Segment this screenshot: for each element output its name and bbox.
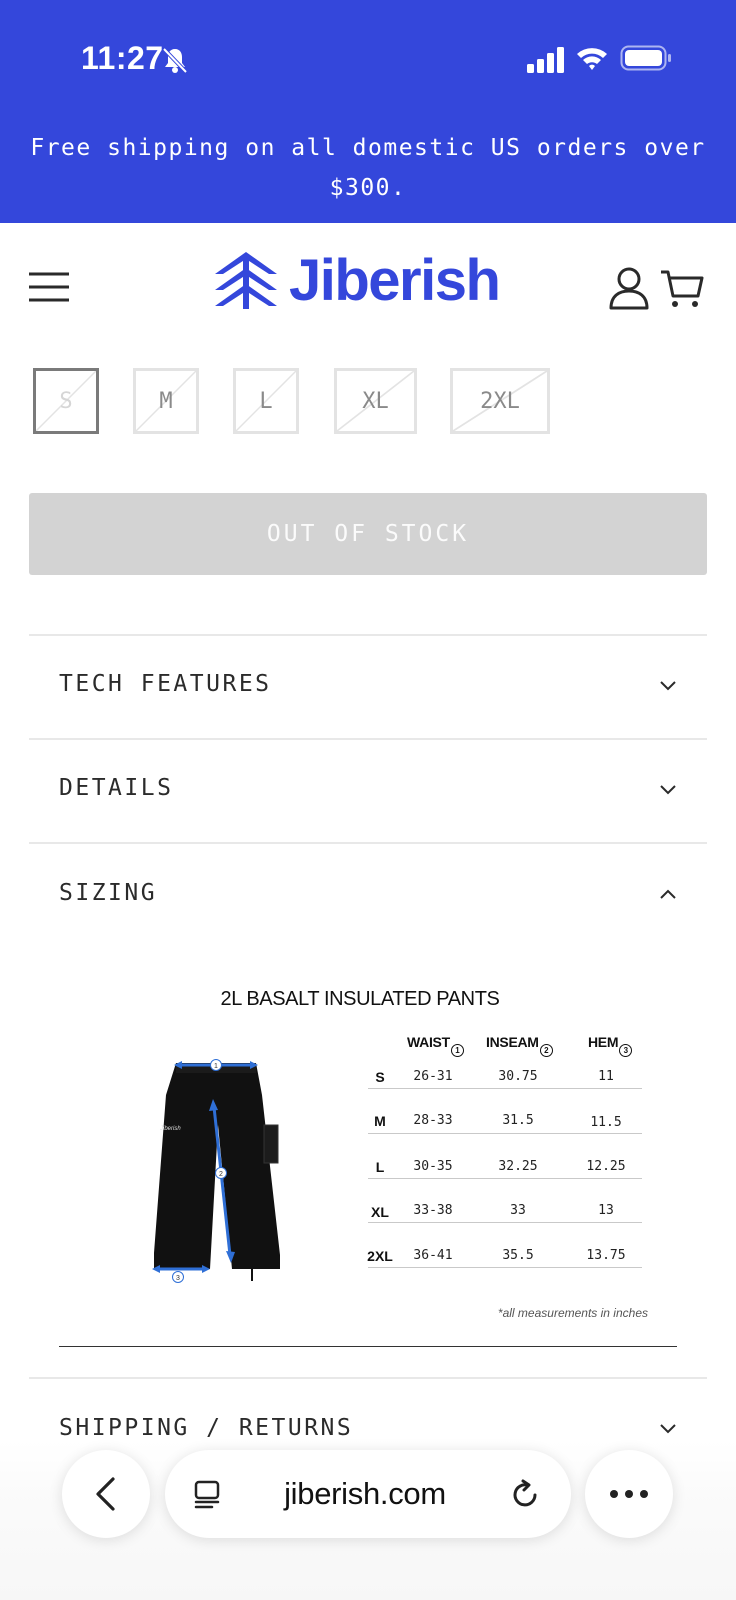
- top-banner: 11:27 Free shipping on all domestic US o…: [0, 0, 736, 223]
- address-bar[interactable]: jiberish.com: [165, 1450, 571, 1538]
- marker-3: 3: [176, 1275, 180, 1282]
- row-waist: 26-31: [413, 1069, 453, 1084]
- out-of-stock-button[interactable]: OUT OF STOCK: [29, 493, 707, 575]
- tabs-icon[interactable]: [193, 1480, 223, 1510]
- wifi-icon: [577, 48, 607, 70]
- logo-mark-icon: [215, 252, 277, 309]
- battery-icon: [620, 45, 671, 71]
- url-text[interactable]: jiberish.com: [245, 1450, 485, 1538]
- row-divider: [368, 1222, 642, 1223]
- col-head-inseam: INSEAM2: [486, 1034, 553, 1057]
- accordion-sizing[interactable]: SIZING: [59, 880, 157, 906]
- more-button[interactable]: [585, 1450, 673, 1538]
- chevron-down-icon[interactable]: [656, 674, 680, 698]
- accordion-tech-features[interactable]: TECH FEATURES: [59, 671, 272, 697]
- brand-name: Jiberish: [289, 248, 501, 313]
- row-divider: [368, 1267, 642, 1268]
- signal-icon: [527, 47, 564, 73]
- brand-logo[interactable]: Jiberish: [213, 248, 501, 313]
- col-head-hem: HEM3: [588, 1034, 633, 1057]
- measurement-footnote: *all measurements in inches: [497, 1306, 648, 1320]
- marker-1: 1: [214, 1063, 218, 1070]
- more-icon: [610, 1490, 648, 1498]
- bell-slash-icon: [162, 47, 188, 74]
- row-inseam: 31.5: [502, 1113, 534, 1128]
- back-icon: [96, 1477, 115, 1511]
- row-size: L: [375, 1159, 385, 1175]
- row-inseam: 30.75: [498, 1069, 538, 1084]
- row-divider: [368, 1178, 642, 1179]
- size-option-l[interactable]: L: [233, 368, 299, 434]
- row-inseam: 35.5: [502, 1248, 534, 1263]
- row-waist: 36-41: [413, 1248, 453, 1263]
- size-option-2xl[interactable]: 2XL: [450, 368, 550, 434]
- chevron-down-icon[interactable]: [656, 778, 680, 802]
- divider: [29, 1377, 707, 1379]
- chevron-down-icon[interactable]: [656, 1417, 680, 1441]
- row-waist: 33-38: [413, 1203, 453, 1218]
- row-hem: 12.25: [586, 1159, 626, 1174]
- size-label: 2XL: [480, 388, 520, 414]
- size-label: XL: [362, 388, 389, 414]
- marker-2: 2: [219, 1171, 223, 1178]
- reload-icon[interactable]: [510, 1478, 542, 1510]
- row-size: M: [374, 1113, 386, 1129]
- pants-measurement-image: Jiberish 1 2 3: [152, 1059, 280, 1283]
- size-option-xl[interactable]: XL: [334, 368, 417, 434]
- accordion-details[interactable]: DETAILS: [59, 775, 173, 801]
- row-divider: [368, 1133, 642, 1134]
- cart-icon[interactable]: [660, 268, 704, 310]
- row-waist: 30-35: [413, 1159, 453, 1174]
- divider: [29, 738, 707, 740]
- row-inseam: 33: [510, 1203, 526, 1218]
- row-hem: 11: [598, 1069, 614, 1084]
- size-label: L: [259, 388, 273, 414]
- col-head-waist: WAIST1: [407, 1034, 464, 1057]
- row-inseam: 32.25: [498, 1159, 538, 1174]
- divider: [29, 842, 707, 844]
- status-time: 11:27: [81, 40, 164, 76]
- chart-divider: [59, 1346, 677, 1347]
- promo-banner-text[interactable]: Free shipping on all domestic US orders …: [30, 128, 706, 208]
- row-hem: 13: [598, 1203, 614, 1218]
- size-option-s[interactable]: S: [33, 368, 99, 434]
- row-hem: 13.75: [586, 1248, 626, 1263]
- svg-text:Jiberish: Jiberish: [159, 1126, 181, 1132]
- row-waist: 28-33: [413, 1113, 453, 1128]
- row-size: 2XL: [367, 1248, 393, 1264]
- hamburger-icon[interactable]: [28, 270, 72, 304]
- accordion-shipping-returns[interactable]: SHIPPING / RETURNS: [59, 1415, 353, 1441]
- size-label: M: [159, 388, 173, 414]
- size-label: S: [59, 388, 73, 414]
- chevron-up-icon[interactable]: [656, 882, 680, 906]
- back-button[interactable]: [62, 1450, 150, 1538]
- row-size: S: [375, 1069, 385, 1085]
- size-chart-title: 2L BASALT INSULATED PANTS: [220, 988, 500, 1010]
- account-icon[interactable]: [608, 266, 650, 310]
- row-size: XL: [371, 1204, 389, 1220]
- row-hem: 11.5: [590, 1115, 622, 1130]
- row-divider: [368, 1088, 642, 1089]
- divider: [29, 634, 707, 636]
- size-option-m[interactable]: M: [133, 368, 199, 434]
